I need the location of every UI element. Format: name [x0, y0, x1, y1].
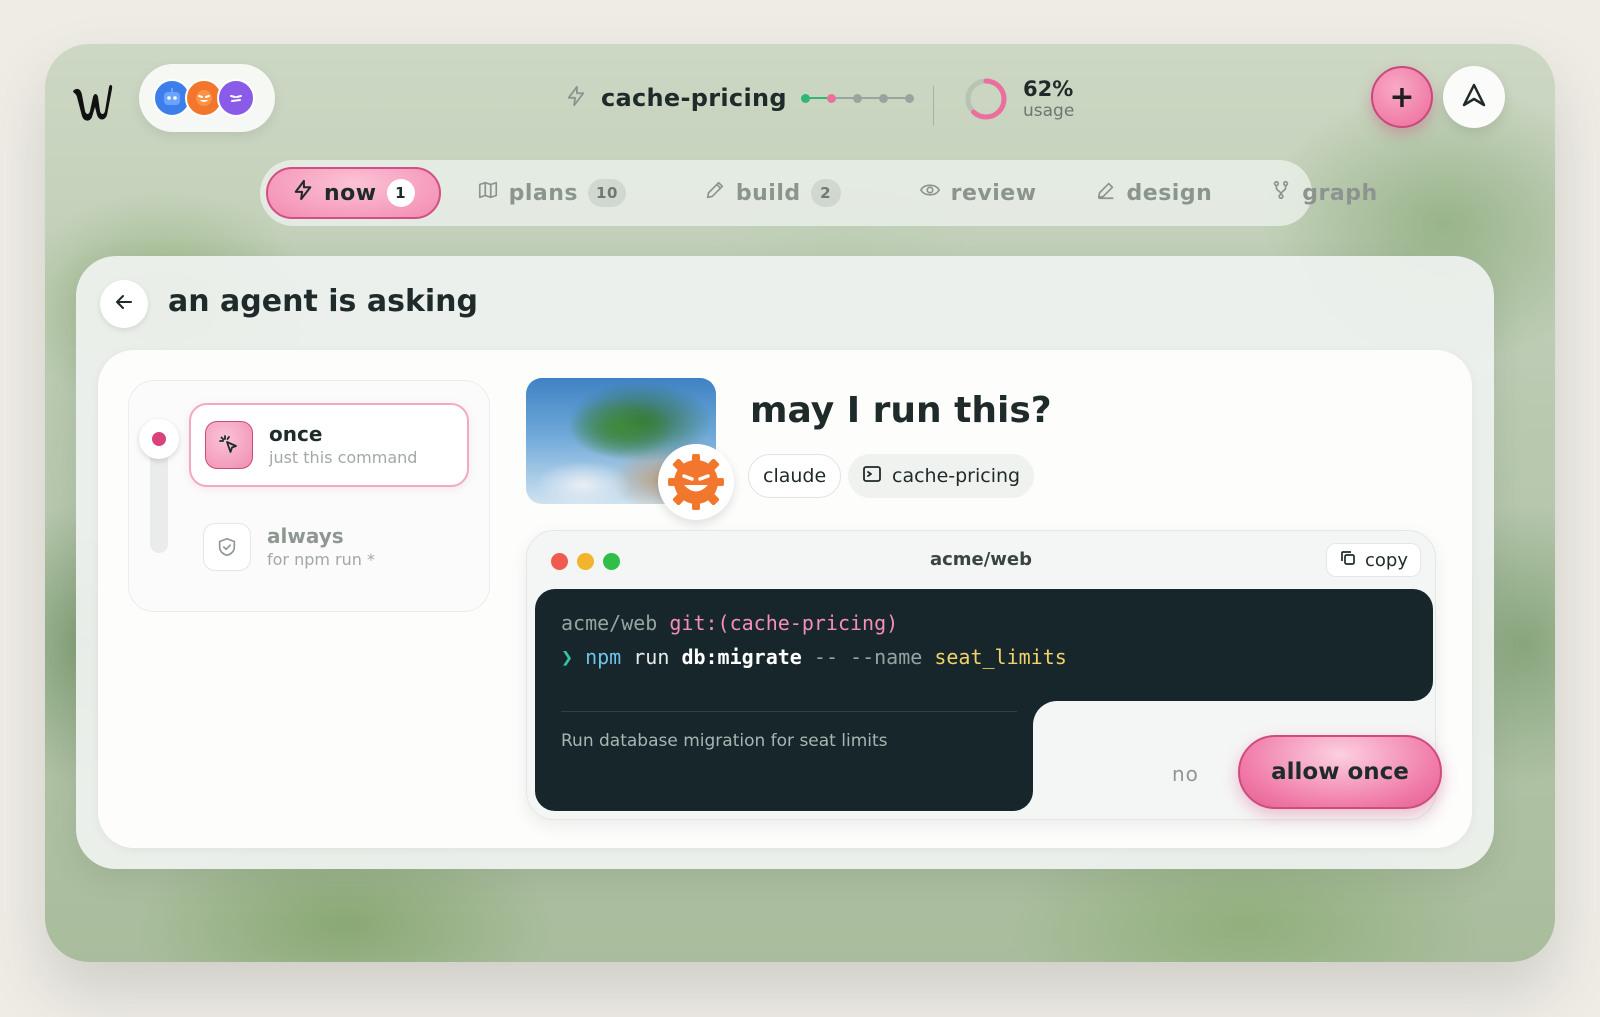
- pencil-icon: [704, 179, 726, 207]
- arrow-left-icon: [113, 291, 135, 317]
- eye-icon: [919, 179, 941, 207]
- tab-badge: 10: [588, 179, 626, 207]
- branch-chip[interactable]: cache-pricing: [848, 454, 1035, 498]
- scope-slider-knob[interactable]: [139, 419, 179, 459]
- command-description: Run database migration for seat limits: [561, 731, 888, 751]
- divider: [933, 86, 934, 126]
- tab-now[interactable]: now 1: [266, 167, 441, 219]
- terminal-title: acme/web: [929, 549, 1033, 570]
- terminal-corner: [1033, 701, 1057, 725]
- pipeline-connector: [809, 97, 827, 99]
- pipeline-step: [852, 93, 862, 103]
- agent-chip[interactable]: claude: [748, 454, 842, 498]
- app-window: cache-pricing 62% usage + now 1 plans 10…: [45, 44, 1555, 962]
- usage-percent: 62%: [1023, 77, 1074, 101]
- tab-label: build: [735, 180, 801, 206]
- scope-option-always[interactable]: always for npm run *: [189, 505, 469, 589]
- tab-design[interactable]: design: [1073, 167, 1235, 219]
- terminal-command-line: ❯ npm run db:migrate -- --name seat_limi…: [561, 645, 1067, 669]
- permission-dialog: an agent is asking once just this comman…: [76, 256, 1494, 869]
- prompt-symbol: ❯: [561, 645, 574, 669]
- divider: [561, 711, 1017, 712]
- tab-review[interactable]: review: [897, 167, 1059, 219]
- terminal-path-line: acme/web git:(cache-pricing): [561, 611, 898, 635]
- pipeline-step: [904, 93, 914, 103]
- terminal-path: acme/web: [561, 611, 658, 635]
- branch-icon: [1270, 179, 1292, 207]
- command-run: run: [633, 645, 670, 669]
- deny-button[interactable]: no: [1172, 762, 1199, 786]
- tab-badge: 2: [810, 179, 841, 207]
- usage-label: usage: [1023, 101, 1075, 121]
- add-button[interactable]: +: [1371, 66, 1433, 128]
- pipeline-step: [878, 93, 888, 103]
- command-arg: seat_limits: [934, 645, 1067, 669]
- command-flag: --name: [850, 645, 923, 669]
- branch-status[interactable]: cache-pricing: [565, 80, 914, 116]
- cursor-click-icon: [205, 421, 253, 469]
- tab-label: review: [950, 180, 1037, 206]
- bolt-icon: [565, 85, 587, 111]
- scope-option-desc: for npm run *: [267, 550, 375, 569]
- request-question: may I run this?: [750, 390, 1052, 431]
- terminal-git-branch: git:(cache-pricing): [669, 611, 899, 635]
- pipeline-progress: [800, 93, 914, 103]
- pipeline-step: [826, 93, 836, 103]
- bolt-icon: [292, 179, 314, 207]
- command-bin: npm: [585, 645, 622, 669]
- copy-icon: [1339, 549, 1357, 572]
- map-icon: [477, 179, 499, 207]
- branch-chip-label: cache-pricing: [892, 465, 1021, 487]
- terminal-command-area: acme/web git:(cache-pricing) ❯ npm run d…: [535, 589, 1433, 701]
- pipeline-connector: [835, 97, 853, 99]
- scope-option-title: always: [267, 524, 344, 548]
- allow-once-button[interactable]: allow once: [1238, 735, 1442, 809]
- agent-avatar: [658, 444, 734, 520]
- dialog-title: an agent is asking: [168, 284, 479, 319]
- tab-build[interactable]: build 2: [682, 167, 863, 219]
- pen-icon: [1095, 179, 1117, 207]
- command-script: db:migrate: [681, 645, 802, 669]
- copy-button[interactable]: copy: [1326, 543, 1421, 577]
- purple-face-icon: [217, 79, 255, 117]
- branch-name: cache-pricing: [601, 84, 787, 112]
- scope-option-title: once: [269, 422, 323, 446]
- scope-option-desc: just this command: [269, 448, 418, 467]
- pipeline-step: [800, 93, 810, 103]
- usage-ring: [965, 78, 1007, 120]
- arrow-up-icon: [1460, 81, 1488, 113]
- scope-selector: once just this command always for npm ru…: [128, 380, 490, 612]
- navigate-button[interactable]: [1443, 66, 1505, 128]
- request-panel: once just this command always for npm ru…: [98, 350, 1472, 848]
- terminal-description-area: Run database migration for seat limits: [535, 691, 1033, 811]
- knob-dot: [152, 432, 166, 446]
- tab-label: design: [1126, 180, 1213, 206]
- tab-label: graph: [1302, 180, 1378, 206]
- pipeline-connector: [887, 97, 905, 99]
- tab-label: now: [324, 180, 377, 206]
- usage-meter[interactable]: 62% usage: [963, 76, 1074, 122]
- copy-label: copy: [1365, 549, 1408, 571]
- agents-switcher[interactable]: [139, 64, 275, 132]
- tab-plans[interactable]: plans 10: [455, 167, 648, 219]
- back-button[interactable]: [100, 280, 148, 328]
- terminal-icon: [862, 464, 882, 489]
- tab-label: plans: [508, 180, 579, 206]
- tab-graph[interactable]: graph: [1248, 167, 1399, 219]
- command-separator: --: [813, 645, 838, 669]
- shield-check-icon: [203, 523, 251, 571]
- tab-badge: 1: [386, 179, 415, 207]
- main-tabs: now 1 plans 10 build 2 review design gra…: [260, 160, 1377, 226]
- scope-option-once[interactable]: once just this command: [189, 403, 469, 487]
- pipeline-connector: [861, 97, 879, 99]
- orange-gear-face-icon: [668, 454, 724, 510]
- app-logo[interactable]: [69, 77, 115, 123]
